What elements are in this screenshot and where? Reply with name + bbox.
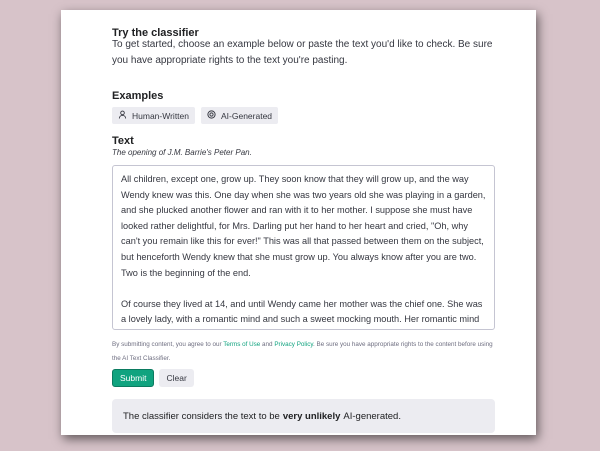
text-paragraph: All children, except one, grow up. They …: [121, 174, 486, 278]
text-paragraph: Of course they lived at 14, and until We…: [121, 298, 483, 325]
example-human-written-button[interactable]: Human-Written: [112, 107, 195, 124]
terms-of-use-link[interactable]: Terms of Use: [223, 341, 260, 348]
classifier-card: Try the classifier To get started, choos…: [61, 10, 536, 435]
text-subtitle: The opening of J.M. Barrie's Peter Pan.: [112, 148, 252, 157]
disclaimer-text: and: [260, 341, 275, 348]
examples-heading: Examples: [112, 90, 164, 102]
disclaimer: By submitting content, you agree to our …: [112, 338, 497, 366]
intro-text: To get started, choose an example below …: [112, 39, 493, 66]
clear-button[interactable]: Clear: [159, 369, 194, 387]
openai-logo-icon: [207, 110, 216, 121]
person-icon: [118, 110, 127, 121]
action-buttons: Submit Clear: [112, 369, 194, 387]
privacy-policy-link[interactable]: Privacy Policy: [274, 341, 313, 348]
example-human-written-label: Human-Written: [132, 110, 189, 121]
text-input[interactable]: All children, except one, grow up. They …: [112, 165, 495, 330]
submit-button[interactable]: Submit: [112, 369, 155, 387]
result-emphasis: very unlikely: [282, 410, 341, 422]
disclaimer-text: By submitting content, you agree to our: [112, 341, 224, 348]
result-box: The classifier considers the text to be …: [112, 399, 495, 433]
result-text: AI-generated.: [343, 410, 401, 422]
text-heading: Text: [112, 135, 134, 147]
examples-list: Human-Written AI-Generated: [112, 107, 279, 124]
example-ai-generated-button[interactable]: AI-Generated: [201, 107, 279, 124]
example-ai-generated-label: AI-Generated: [221, 110, 273, 121]
result-text: The classifier considers the text to be: [123, 410, 280, 422]
